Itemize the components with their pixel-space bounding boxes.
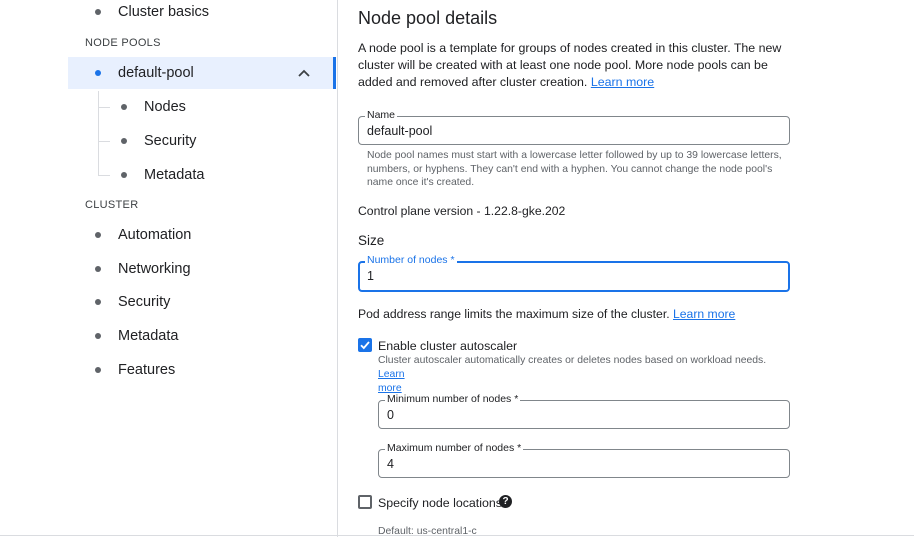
node-locations-checkbox[interactable] — [358, 495, 372, 509]
number-of-nodes-input[interactable] — [367, 269, 753, 283]
intro-text: A node pool is a template for groups of … — [358, 40, 798, 91]
pod-range-text: Pod address range limits the maximum siz… — [358, 307, 735, 321]
bullet-icon — [95, 333, 101, 339]
chevron-up-icon[interactable] — [296, 65, 312, 81]
nav-item-pool-security[interactable]: Security — [96, 125, 336, 157]
nav-item-automation[interactable]: Automation — [68, 219, 336, 251]
nav-label: Automation — [118, 227, 192, 243]
nav-item-features[interactable]: Features — [68, 354, 336, 386]
name-field[interactable]: Name — [358, 109, 790, 145]
section-heading-node-pools: NODE POOLS — [85, 37, 161, 49]
nav-label: default-pool — [118, 65, 194, 81]
active-indicator — [333, 57, 336, 89]
pod-range-body: Pod address range limits the maximum siz… — [358, 307, 670, 321]
min-nodes-input[interactable] — [387, 408, 756, 422]
node-locations-label[interactable]: Specify node locations — [378, 496, 502, 510]
min-nodes-field[interactable]: Minimum number of nodes * — [378, 393, 790, 429]
nav-label: Metadata — [118, 328, 179, 344]
help-icon[interactable]: ? — [499, 495, 512, 508]
nav-item-pool-metadata[interactable]: Metadata — [96, 159, 336, 191]
size-heading: Size — [358, 233, 385, 248]
bullet-icon — [95, 299, 101, 305]
bullet-icon — [95, 232, 101, 238]
autoscaler-checkbox[interactable] — [358, 338, 372, 352]
section-heading-cluster: CLUSTER — [85, 199, 139, 211]
bullet-icon — [121, 104, 127, 110]
pod-range-learn-more-link[interactable]: Learn more — [673, 307, 735, 321]
nav-label: Nodes — [144, 99, 186, 115]
number-of-nodes-label: Number of nodes * — [365, 254, 457, 266]
nav-item-cluster-basics[interactable]: Cluster basics — [68, 0, 336, 28]
nav-label: Metadata — [144, 167, 205, 183]
bullet-icon — [95, 9, 101, 15]
max-nodes-input[interactable] — [387, 457, 756, 471]
learn-more-link[interactable]: Learn more — [591, 75, 654, 89]
autoscaler-label[interactable]: Enable cluster autoscaler — [378, 339, 517, 353]
bullet-icon — [95, 266, 101, 272]
min-nodes-label: Minimum number of nodes * — [385, 393, 521, 405]
nav-item-metadata[interactable]: Metadata — [68, 320, 336, 352]
checkmark-icon — [360, 341, 370, 350]
max-nodes-label: Maximum number of nodes * — [385, 442, 524, 454]
nav-label: Networking — [118, 261, 191, 277]
nav-item-networking[interactable]: Networking — [68, 253, 336, 285]
autoscaler-hint-body: Cluster autoscaler automatically creates… — [378, 355, 767, 366]
name-field-label: Name — [365, 109, 398, 121]
nav-label: Cluster basics — [118, 4, 210, 20]
page-title: Node pool details — [358, 8, 498, 28]
bullet-icon — [95, 367, 101, 373]
bottom-divider — [0, 535, 914, 536]
bullet-icon — [121, 172, 127, 178]
nav-item-nodes[interactable]: Nodes — [96, 91, 336, 123]
control-plane-version: Control plane version - 1.22.8-gke.202 — [358, 204, 566, 218]
sidebar-nav: Cluster basics NODE POOLS default-pool N… — [0, 0, 338, 537]
nav-label: Features — [118, 362, 176, 378]
autoscaler-hint: Cluster autoscaler automatically creates… — [378, 354, 790, 396]
autoscaler-learn-link[interactable]: Learn — [378, 369, 405, 380]
nav-label: Security — [144, 133, 197, 149]
nav-item-default-pool[interactable]: default-pool — [68, 57, 336, 89]
intro-body: A node pool is a template for groups of … — [358, 41, 782, 89]
nav-label: Security — [118, 294, 171, 310]
bullet-icon — [121, 138, 127, 144]
number-of-nodes-field[interactable]: Number of nodes * — [358, 254, 790, 292]
name-hint: Node pool names must start with a lowerc… — [367, 150, 782, 188]
name-input[interactable] — [367, 124, 754, 138]
max-nodes-field[interactable]: Maximum number of nodes * — [378, 442, 790, 478]
bullet-icon — [95, 70, 101, 76]
nav-item-security[interactable]: Security — [68, 286, 336, 318]
